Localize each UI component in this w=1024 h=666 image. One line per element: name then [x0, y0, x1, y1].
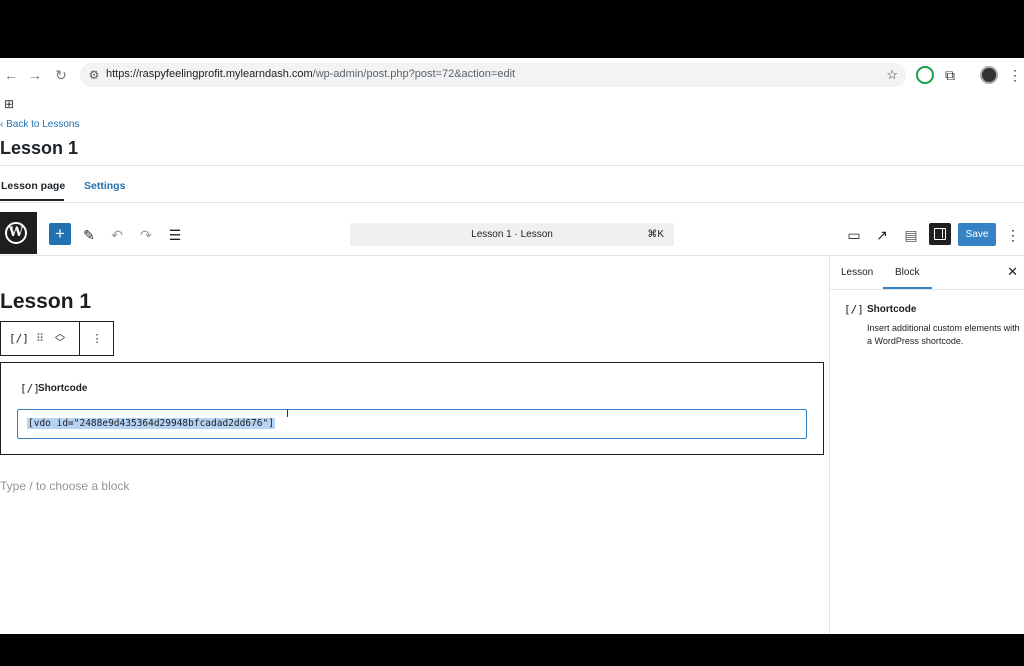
- screen: ← → ↻ ⚙ https://raspyfeelingprofit.mylea…: [0, 58, 1024, 634]
- profile-avatar-icon[interactable]: [980, 66, 998, 84]
- drag-handle-icon[interactable]: ⠿: [32, 330, 48, 348]
- settings-sidebar-toggle[interactable]: [929, 223, 951, 245]
- document-title: Lesson 1 · Lesson: [471, 229, 553, 240]
- block-card-title: Shortcode: [867, 304, 917, 315]
- save-button[interactable]: Save: [958, 223, 996, 246]
- extensions-puzzle-icon[interactable]: ⧉: [941, 66, 959, 84]
- block-appender-placeholder[interactable]: Type / to choose a block: [0, 479, 129, 493]
- wordpress-logo-button[interactable]: W: [0, 212, 37, 254]
- shortcut-hint: ⌘K: [647, 229, 664, 240]
- preview-device-icon[interactable]: ▭: [843, 224, 865, 246]
- block-type-icon[interactable]: [/]: [9, 330, 29, 348]
- wordpress-icon: W: [5, 222, 27, 244]
- tab-settings[interactable]: Settings: [84, 180, 125, 192]
- shortcode-icon: [/]: [20, 382, 40, 395]
- settings-sidebar: Lesson Block ✕ [/] Shortcode Insert addi…: [829, 256, 1024, 634]
- block-toolbar: [/] ⠿ ︿ ﹀ ⋮: [0, 321, 114, 356]
- divider: [0, 202, 1024, 203]
- close-icon[interactable]: ✕: [1007, 264, 1018, 280]
- apps-row: ⊞: [0, 92, 1024, 116]
- options-kebab-icon[interactable]: ⋮: [1002, 224, 1024, 246]
- block-card-description: Insert additional custom elements with a…: [867, 323, 1020, 346]
- browser-toolbar: ← → ↻ ⚙ https://raspyfeelingprofit.mylea…: [0, 58, 1024, 92]
- letterbox-bottom: [0, 634, 1024, 666]
- divider: [830, 289, 1024, 290]
- site-settings-icon[interactable]: ⚙: [86, 66, 102, 84]
- undo-icon[interactable]: ↶: [106, 224, 128, 246]
- tab-lesson-page[interactable]: Lesson page: [1, 180, 65, 192]
- move-up-down-icon[interactable]: ︿ ﹀: [52, 330, 68, 349]
- divider: [0, 165, 1024, 166]
- sidebar-tab-lesson[interactable]: Lesson: [841, 267, 873, 278]
- bookmark-star-icon[interactable]: ☆: [886, 66, 898, 84]
- edit-template-icon[interactable]: ▤: [900, 224, 922, 246]
- command-palette-bar[interactable]: Lesson 1 · Lesson ⌘K: [350, 223, 674, 246]
- post-title[interactable]: Lesson 1: [0, 290, 91, 314]
- add-block-button[interactable]: +: [49, 223, 71, 245]
- back-icon[interactable]: ←: [2, 66, 20, 84]
- shortcode-value[interactable]: [vdo id="2488e9d435364d29948bfcadad2dd67…: [27, 418, 275, 429]
- sidebar-tab-block[interactable]: Block: [895, 267, 919, 278]
- extension-icon[interactable]: [916, 66, 934, 84]
- block-options-kebab-icon[interactable]: ⋮: [89, 330, 105, 348]
- text-cursor-icon: I: [286, 408, 290, 420]
- forward-icon[interactable]: →: [26, 66, 44, 84]
- redo-icon[interactable]: ↷: [135, 224, 157, 246]
- letterbox-top: [0, 0, 1024, 58]
- shortcode-label: Shortcode: [38, 383, 88, 394]
- menu-kebab-icon[interactable]: ⋮: [1006, 66, 1024, 84]
- active-tab-indicator: [0, 199, 64, 201]
- document-overview-icon[interactable]: ☰: [164, 224, 186, 246]
- apps-grid-icon[interactable]: ⊞: [0, 95, 18, 113]
- address-bar[interactable]: ⚙ https://raspyfeelingprofit.mylearndash…: [80, 63, 906, 87]
- page-title: Lesson 1: [0, 138, 79, 158]
- sidebar-icon: [934, 228, 946, 240]
- url-text[interactable]: https://raspyfeelingprofit.mylearndash.c…: [106, 68, 515, 80]
- shortcode-block[interactable]: [/] Shortcode [vdo id="2488e9d435364d299…: [0, 362, 824, 455]
- shortcode-icon: [/]: [844, 303, 864, 316]
- shortcode-input[interactable]: [vdo id="2488e9d435364d29948bfcadad2dd67…: [17, 409, 807, 439]
- reload-icon[interactable]: ↻: [52, 66, 70, 84]
- tools-pencil-icon[interactable]: ✎: [78, 224, 100, 246]
- view-post-external-icon[interactable]: ↗: [871, 224, 893, 246]
- back-to-lessons-link[interactable]: ‹ Back to Lessons: [0, 119, 79, 130]
